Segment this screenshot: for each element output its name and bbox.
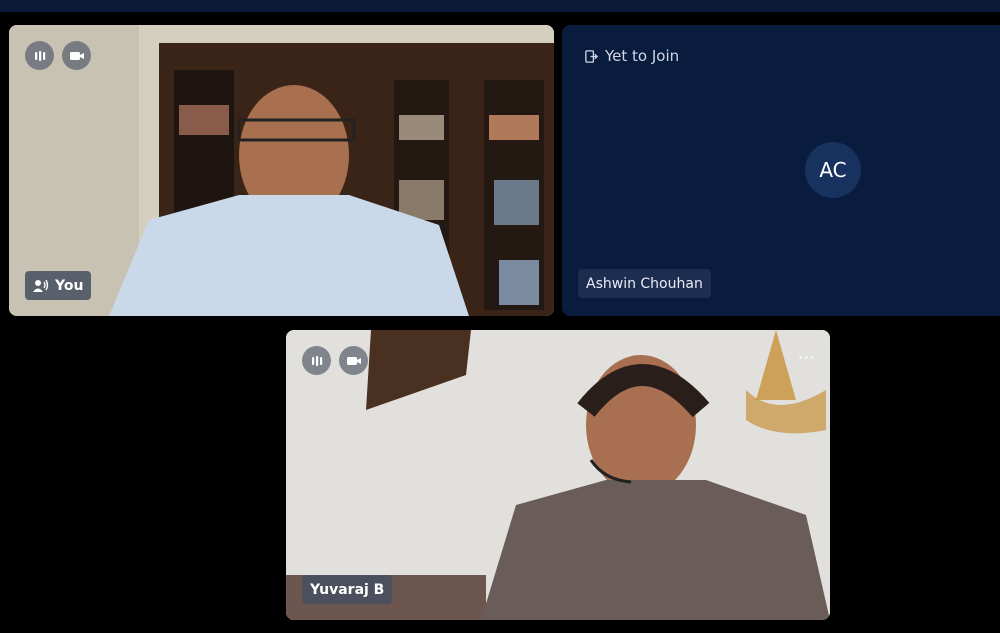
- participant-name: Ashwin Chouhan: [586, 275, 703, 292]
- avatar: AC: [805, 142, 861, 198]
- exit-door-icon: [585, 49, 599, 63]
- participant-name: You: [55, 277, 84, 294]
- video-tile-ashwin[interactable]: Yet to Join AC Ashwin Chouhan: [562, 25, 1000, 316]
- camera-button[interactable]: [62, 41, 91, 70]
- audio-level-button[interactable]: [302, 346, 331, 375]
- top-bar: [0, 0, 1000, 12]
- name-tag-you: You: [25, 271, 92, 300]
- controls-you: [25, 41, 91, 70]
- camera-icon: [69, 51, 84, 60]
- name-tag-ashwin: Ashwin Chouhan: [578, 269, 711, 298]
- more-options-icon[interactable]: ···: [798, 348, 816, 367]
- camera-button[interactable]: [339, 346, 368, 375]
- name-tag-yuvaraj: Yuvaraj B: [302, 575, 393, 604]
- speaker-icon: [33, 279, 49, 292]
- participant-name: Yuvaraj B: [310, 581, 385, 598]
- video-tile-yuvaraj[interactable]: ··· Yuvaraj B: [286, 330, 830, 620]
- camera-icon: [346, 356, 361, 365]
- audio-level-icon: [311, 355, 322, 366]
- controls-yuvaraj: [302, 346, 368, 375]
- join-status-label: Yet to Join: [605, 47, 680, 65]
- audio-level-button[interactable]: [25, 41, 54, 70]
- audio-level-icon: [34, 50, 45, 61]
- join-status: Yet to Join: [584, 47, 679, 65]
- video-tile-you[interactable]: You: [9, 25, 554, 316]
